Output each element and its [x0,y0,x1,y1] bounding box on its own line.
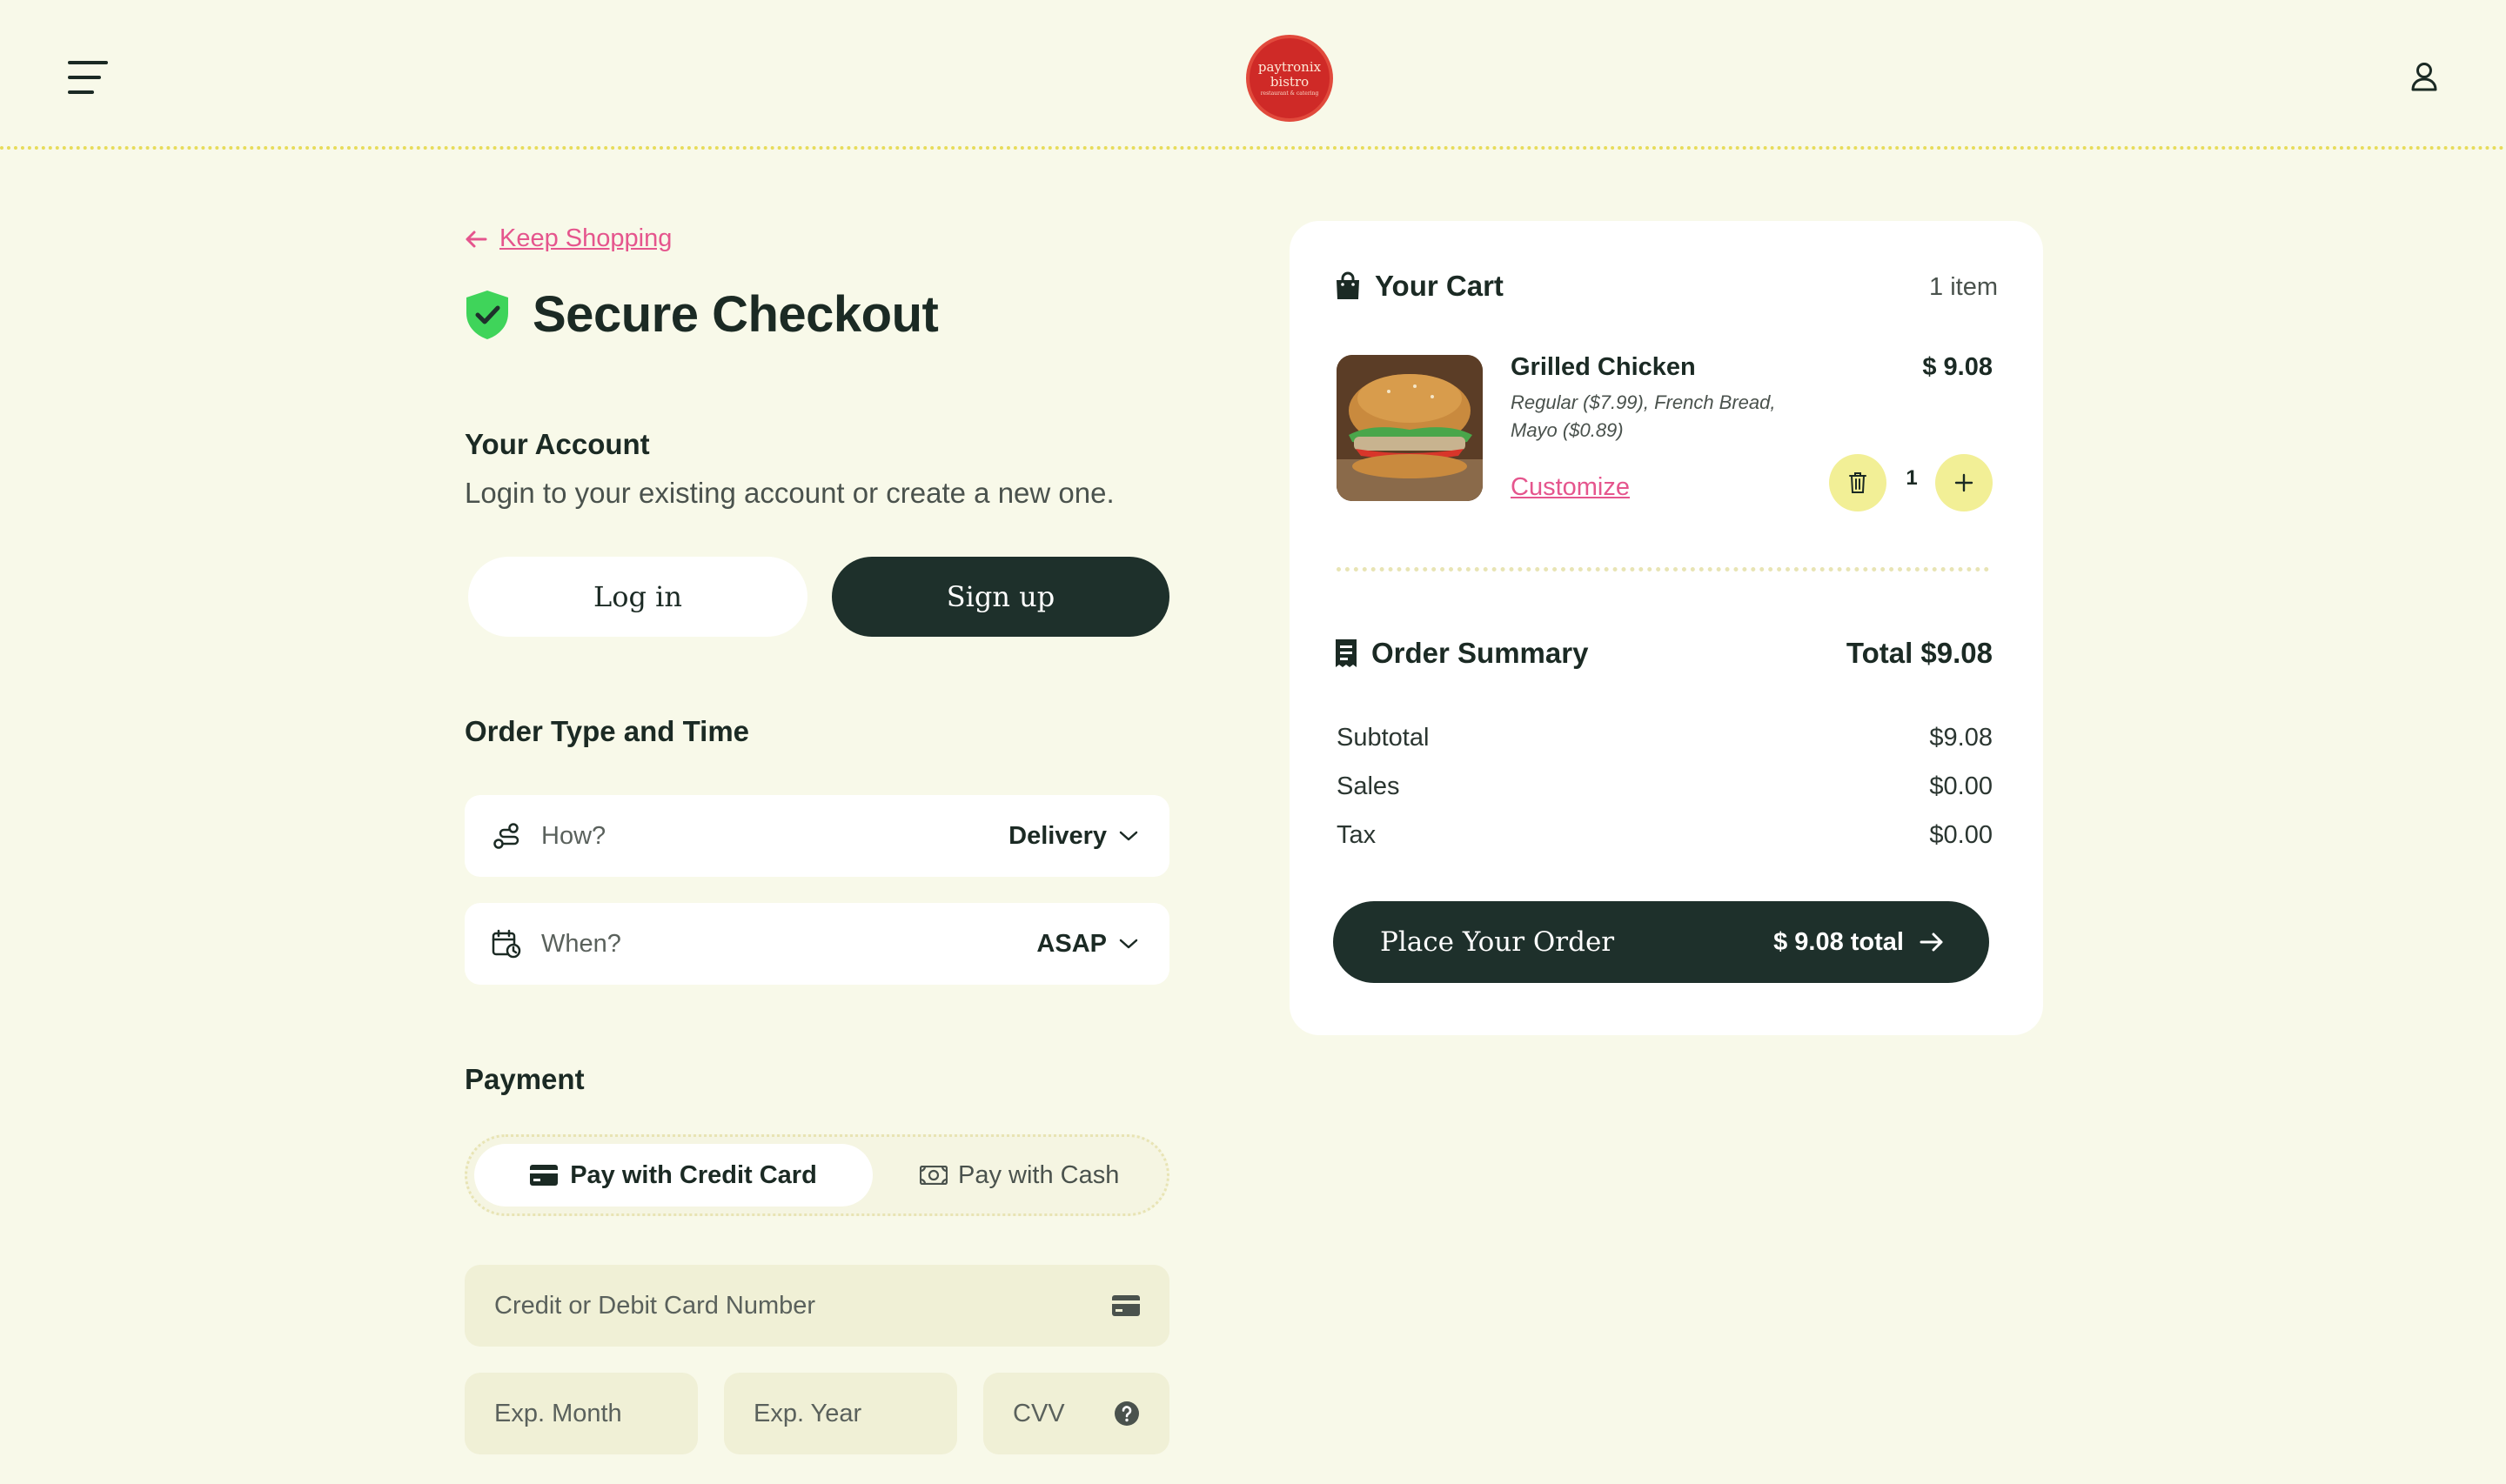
cart-item-count: 1 item [1929,273,1998,301]
shopping-bag-icon [1337,271,1359,299]
summary-row: Tax $0.00 [1337,821,1993,850]
when-placeholder: When? [541,929,621,958]
when-value: ASAP [1036,929,1107,958]
pay-credit-card-tab[interactable]: Pay with Credit Card [474,1144,873,1207]
order-when-select[interactable]: When? ASAP [465,903,1169,985]
how-value: Delivery [1008,821,1107,850]
arrow-left-icon [466,231,487,247]
payment-method-toggle: Pay with Credit Card Pay with Cash [465,1134,1169,1216]
receipt-icon [1336,639,1357,667]
increase-quantity-button[interactable] [1935,454,1993,511]
cvv-placeholder: CVV [1013,1399,1065,1427]
chevron-down-icon [1119,939,1138,949]
keep-shopping-link[interactable]: Keep Shopping [465,224,672,253]
summary-row-label: Sales [1337,772,1400,800]
chevron-down-icon [1119,831,1138,841]
cart-header: Your Cart [1335,270,1504,303]
remove-item-button[interactable] [1829,454,1886,511]
restaurant-logo[interactable]: paytronix bistro restaurant & catering [1246,35,1333,122]
calendar-clock-icon [492,929,521,959]
account-heading: Your Account [465,428,650,460]
help-icon[interactable] [1114,1400,1140,1427]
place-order-button[interactable]: Place Your Order $ 9.08 total [1333,901,1989,983]
trash-icon [1849,472,1866,493]
logo-text-line1: paytronix [1257,58,1322,75]
plus-icon [1954,473,1973,492]
summary-row-value: $9.08 [1929,724,1993,752]
exp-year-input[interactable]: Exp. Year [724,1373,957,1454]
item-image [1337,355,1483,501]
shield-check-icon [466,290,508,339]
credit-card-icon [530,1165,559,1186]
arrow-right-icon [1920,933,1943,952]
card-number-input[interactable]: Credit or Debit Card Number [465,1265,1169,1347]
summary-row: Sales $0.00 [1337,772,1993,801]
exp-month-input[interactable]: Exp. Month [465,1373,698,1454]
summary-row: Subtotal $9.08 [1337,724,1993,752]
cash-icon [920,1166,948,1185]
place-order-total: $ 9.08 total [1773,927,1904,956]
route-icon [493,823,519,849]
order-summary-heading: Order Summary [1371,637,1589,669]
pay-credit-card-label: Pay with Credit Card [570,1160,817,1189]
login-button[interactable]: Log in [468,557,807,637]
how-placeholder: How? [541,821,606,850]
page-title: Secure Checkout [533,286,939,343]
menu-icon[interactable] [68,61,110,96]
credit-card-icon [1112,1295,1140,1316]
order-type-heading: Order Type and Time [465,715,750,747]
exp-month-placeholder: Exp. Month [494,1399,622,1427]
item-name: Grilled Chicken [1511,353,1696,381]
page-title-row: Secure Checkout [463,285,939,344]
card-number-placeholder: Credit or Debit Card Number [494,1291,816,1320]
item-options: Regular ($7.99), French Bread, Mayo ($0.… [1511,391,1776,441]
customize-link[interactable]: Customize [1511,473,1630,502]
order-how-select[interactable]: How? Delivery [465,795,1169,877]
pay-cash-label: Pay with Cash [958,1160,1120,1189]
keep-shopping-label: Keep Shopping [499,224,673,252]
user-account-icon[interactable] [2410,61,2442,92]
cvv-input[interactable]: CVV [983,1373,1169,1454]
summary-row-value: $0.00 [1929,821,1993,849]
account-description: Login to your existing account or create… [465,477,1115,509]
cart-panel: Your Cart 1 item Grilled Chicken Regular… [1290,221,2043,1035]
payment-heading: Payment [465,1063,585,1095]
summary-row-label: Subtotal [1337,724,1430,752]
cart-heading: Your Cart [1375,270,1504,302]
order-total: Total $9.08 [1846,637,1993,669]
signup-button[interactable]: Sign up [832,557,1169,637]
place-order-label: Place Your Order [1380,926,1615,958]
item-quantity: 1 [1906,466,1918,490]
pay-cash-tab[interactable]: Pay with Cash [920,1144,1155,1207]
exp-year-placeholder: Exp. Year [754,1399,862,1427]
summary-row-value: $0.00 [1929,772,1993,800]
top-header: paytronix bistro restaurant & catering [0,0,2506,150]
order-summary-header: Order Summary [1335,637,1588,670]
logo-text-line2: bistro [1270,73,1310,90]
summary-row-label: Tax [1337,821,1377,849]
item-price: $ 9.08 [1922,353,1993,381]
cart-divider [1337,567,1989,572]
logo-text-line3: restaurant & catering [1260,90,1319,97]
